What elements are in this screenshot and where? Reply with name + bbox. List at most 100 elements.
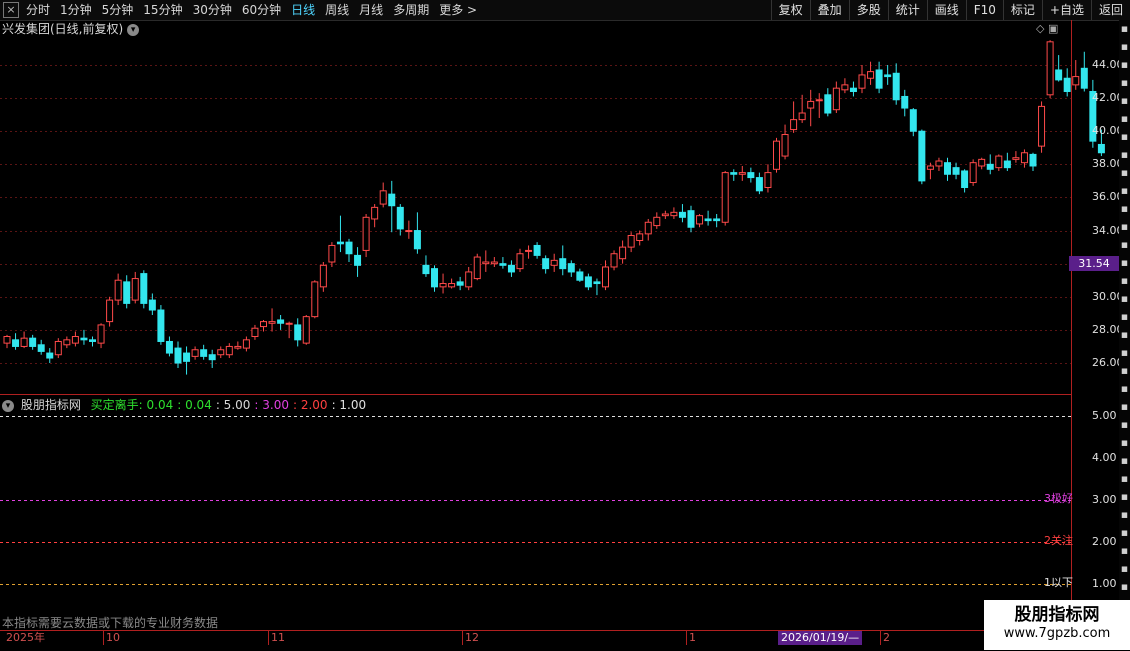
candle-body: [285, 322, 293, 325]
date-tick-label: 12: [462, 631, 479, 645]
indicator-legend-item: : 1.00: [331, 398, 367, 412]
candle-body: [593, 281, 601, 285]
candle-body: [738, 172, 746, 175]
candle-body: [1020, 152, 1028, 164]
candle-body: [807, 100, 815, 109]
side-glyph: ▪: [1120, 346, 1129, 359]
candle-body: [242, 339, 250, 349]
candle-body: [225, 345, 233, 356]
chevron-down-icon[interactable]: ▾: [2, 399, 14, 412]
candle-body: [97, 324, 105, 344]
cursor-date-label: 2026/01/19/—: [778, 631, 863, 645]
candle-body: [773, 140, 780, 170]
candle-body: [576, 271, 584, 281]
candle-body: [157, 309, 165, 342]
side-glyph: ▪: [1120, 130, 1129, 143]
candle-body: [755, 177, 763, 192]
candle-body: [37, 344, 45, 352]
candle-body: [832, 87, 840, 111]
candle-body: [354, 254, 362, 266]
indicator-name[interactable]: 股朋指标网: [21, 398, 81, 412]
candle-body: [234, 345, 242, 349]
indicator-level-label: 2关注: [1044, 534, 1073, 547]
candle-body: [619, 246, 627, 260]
indicator-legend-item: 买定离手: 0.04: [90, 398, 174, 412]
candle-body: [815, 99, 823, 102]
candle-body: [961, 170, 969, 189]
candle-body: [89, 339, 96, 342]
candle-body: [798, 112, 806, 121]
candle-body: [507, 264, 515, 273]
candle-body: [183, 352, 191, 362]
date-axis: 2025年 10 11 12 1 2: [0, 630, 1130, 651]
candle-body: [328, 244, 336, 263]
side-glyph: ▪: [1120, 202, 1129, 215]
candle-body: [678, 211, 686, 218]
candle-body: [824, 94, 832, 114]
side-glyph: ▪: [1120, 256, 1129, 269]
candle-body: [106, 299, 114, 323]
candle-body: [704, 218, 712, 222]
candle-body: [54, 340, 62, 356]
candle-body: [610, 253, 618, 268]
candle-body: [71, 336, 79, 344]
candle-body: [345, 241, 353, 255]
candle-body: [747, 172, 755, 179]
candle-body: [944, 162, 951, 175]
candle-body: [986, 163, 994, 170]
side-glyph: ▪: [1120, 76, 1129, 89]
candle-body: [627, 235, 635, 248]
candle-body: [302, 316, 310, 344]
candle-body: [362, 216, 370, 251]
candle-body: [3, 336, 11, 344]
candle-body: [490, 261, 498, 265]
candle-body: [559, 258, 567, 270]
side-glyph: ▪: [1120, 454, 1129, 467]
candle-body: [533, 244, 541, 256]
side-glyph: ▪: [1120, 40, 1129, 53]
side-glyph: ▪: [1120, 58, 1129, 71]
watermark: 股朋指标网 www.7gpzb.com: [984, 600, 1130, 650]
candle-body: [875, 69, 883, 89]
kline-chart[interactable]: [0, 0, 1130, 650]
candle-body: [29, 337, 37, 347]
candle-body: [217, 349, 225, 356]
indicator-level-label: 3极好: [1044, 492, 1073, 505]
price-axis: 44.0042.0040.0038.0036.0034.0032.0030.00…: [1071, 20, 1124, 630]
indicator-tick-label: 3.00: [1092, 493, 1117, 506]
candle-body: [12, 339, 20, 347]
candle-body: [636, 233, 644, 241]
candle-body: [909, 109, 917, 132]
date-tick-label: 2: [880, 631, 890, 645]
candle-body: [20, 337, 28, 347]
candle-body: [251, 327, 259, 338]
side-glyph: ▪: [1120, 400, 1129, 413]
candle-body: [379, 190, 387, 205]
indicator-legend-item: : 5.00: [215, 398, 251, 412]
candle-body: [294, 324, 302, 341]
side-glyph: ▪: [1120, 238, 1129, 251]
candle-body: [148, 299, 156, 311]
candle-body: [952, 167, 960, 175]
side-glyph: ▪: [1120, 94, 1129, 107]
candle-body: [268, 321, 276, 324]
candle-body: [336, 241, 344, 245]
candle-body: [721, 172, 729, 223]
candle-body: [1063, 77, 1071, 92]
candle-body: [165, 340, 173, 354]
side-glyph: ▪: [1120, 148, 1129, 161]
candle-body: [174, 347, 182, 364]
candle-body: [602, 266, 609, 288]
indicator-tick-label: 2.00: [1092, 535, 1117, 548]
candle-body: [311, 281, 319, 318]
side-glyph: ▪: [1120, 436, 1129, 449]
indicator-legend: ▾ 股朋指标网 买定离手: 0.04: 0.04: 5.00: 3.00: 2.…: [2, 397, 366, 413]
side-glyph: ▪: [1120, 508, 1129, 521]
side-glyph: ▪: [1120, 418, 1129, 431]
candle-body: [191, 349, 199, 357]
watermark-url: www.7gpzb.com: [1003, 626, 1111, 641]
candle-body: [1003, 160, 1011, 169]
candle-body: [935, 160, 943, 167]
candle-body: [114, 279, 122, 301]
candle-body: [764, 172, 772, 189]
